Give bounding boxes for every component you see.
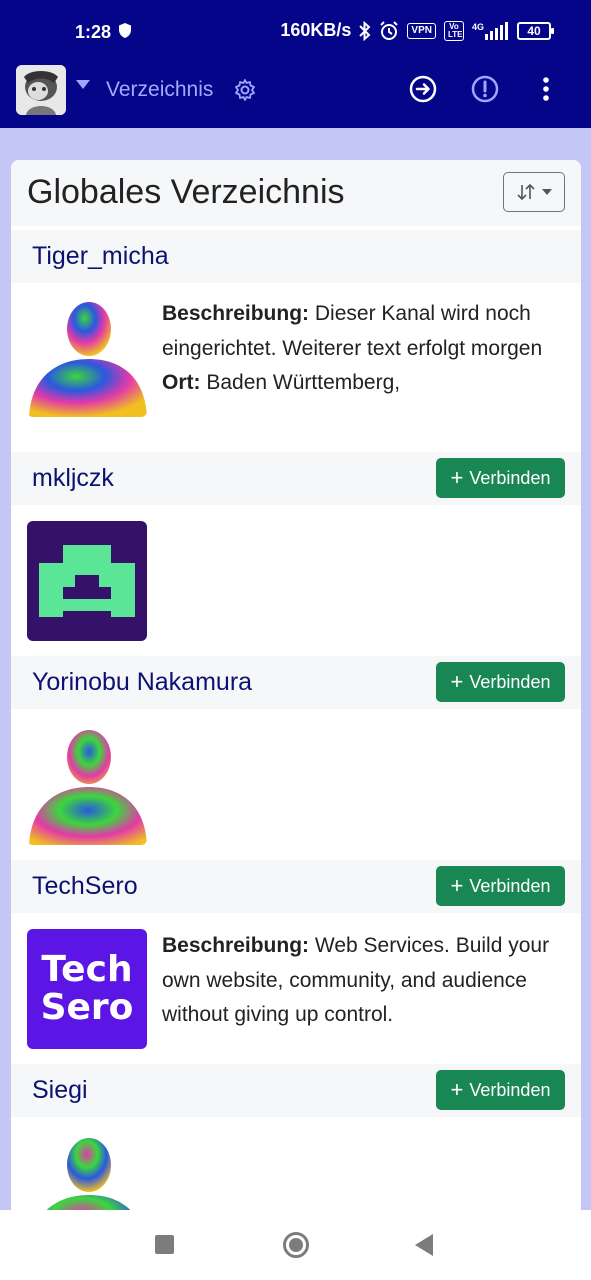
entry-description: Beschreibung: Dieser Kanal wird noch ein… [162, 297, 562, 401]
back-icon[interactable] [415, 1234, 433, 1256]
volte-badge: Vo LTE [443, 20, 464, 41]
gear-icon[interactable] [233, 78, 257, 102]
sort-icon [517, 183, 535, 201]
entry-name[interactable]: Siegi [32, 1076, 88, 1105]
status-indicators: 160KB/s VPN Vo LTE 4G 40 [280, 20, 554, 41]
description-label: Beschreibung: [162, 934, 310, 957]
status-bar: 1:28 160KB/s VPN Vo LTE 4G 40 [0, 0, 591, 60]
alert-icon[interactable] [471, 75, 499, 103]
entry-name[interactable]: TechSero [32, 872, 138, 901]
chevron-down-icon [542, 189, 552, 195]
location-label: Ort: [162, 371, 201, 394]
logo-text-line2: Sero [40, 987, 134, 1028]
signal-icon: 4G [471, 21, 509, 40]
plus-icon: + [450, 873, 464, 898]
entry-header: Siegi + Verbinden [11, 1064, 581, 1117]
connect-label: Verbinden [469, 875, 551, 896]
entry-avatar[interactable] [27, 521, 147, 641]
app-bar: Verzeichnis [0, 60, 591, 128]
sort-button[interactable] [503, 172, 565, 212]
description-label: Beschreibung: [162, 302, 310, 325]
entry-header: TechSero + Verbinden [11, 860, 581, 913]
more-vert-icon[interactable] [536, 75, 556, 103]
card-header: Globales Verzeichnis [11, 160, 581, 226]
alarm-icon [380, 20, 399, 40]
entry-name[interactable]: Tiger_micha [32, 242, 169, 271]
recents-icon[interactable] [155, 1235, 174, 1254]
plus-icon: + [450, 1077, 464, 1102]
app-title: Verzeichnis [106, 78, 214, 101]
location-text: Baden Württemberg, [206, 371, 401, 394]
entry-name[interactable]: Yorinobu Nakamura [32, 668, 252, 697]
page-title: Globales Verzeichnis [27, 173, 345, 211]
shield-icon [119, 23, 131, 38]
chevron-down-icon[interactable] [76, 80, 90, 89]
system-nav-bar [0, 1210, 591, 1280]
connect-button[interactable]: + Verbinden [436, 866, 565, 906]
directory-card: Globales Verzeichnis Tiger_micha Beschre… [11, 160, 581, 1220]
entry-header: Tiger_micha [11, 230, 581, 283]
connect-label: Verbinden [469, 467, 551, 488]
entry-avatar[interactable] [27, 297, 147, 417]
home-icon[interactable] [283, 1232, 309, 1258]
entry-description: Beschreibung: Web Services. Build your o… [162, 929, 562, 1033]
bluetooth-icon [359, 20, 371, 41]
plus-icon: + [450, 669, 464, 694]
logo-text-line1: Tech [41, 949, 133, 990]
connect-label: Verbinden [469, 671, 551, 692]
entry-header: mkljczk + Verbinden [11, 452, 581, 505]
entry-logo[interactable]: Tech Sero [27, 929, 147, 1049]
plus-icon: + [450, 465, 464, 490]
connect-button[interactable]: + Verbinden [436, 458, 565, 498]
avatar[interactable] [16, 65, 66, 115]
status-time: 1:28 [75, 22, 112, 42]
entry-avatar[interactable] [27, 725, 147, 845]
entry-name[interactable]: mkljczk [32, 464, 114, 493]
logout-icon[interactable] [409, 75, 437, 103]
connect-label: Verbinden [469, 1079, 551, 1100]
connect-button[interactable]: + Verbinden [436, 662, 565, 702]
entry-avatar[interactable] [27, 1133, 147, 1220]
connect-button[interactable]: + Verbinden [436, 1070, 565, 1110]
battery-icon: 40 [517, 21, 554, 40]
vpn-badge: VPN [407, 22, 436, 39]
network-type: 4G [471, 21, 484, 32]
entry-header: Yorinobu Nakamura + Verbinden [11, 656, 581, 709]
network-speed: 160KB/s [280, 20, 352, 40]
